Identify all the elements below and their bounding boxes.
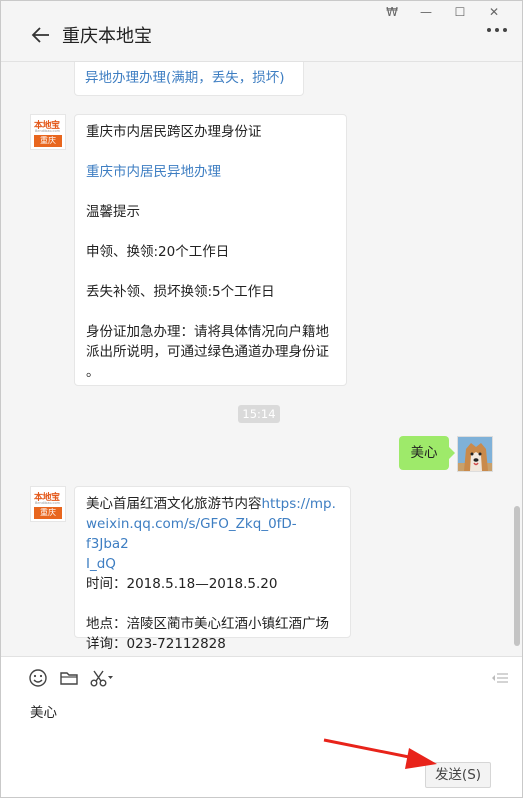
- message-line: 身份证加急办理：请将具体情况向户籍地: [86, 324, 329, 340]
- message-text: 申领、换领:20个工作日: [86, 244, 230, 260]
- message-link[interactable]: 异地办理办理(满期，丢失，损坏): [85, 70, 285, 86]
- message-text: 丢失补领、损坏换领:5个工作日: [86, 284, 275, 300]
- avatar-brand-city: 重庆: [34, 135, 62, 147]
- maximize-icon[interactable]: ☐: [443, 3, 477, 21]
- message-bubble[interactable]: 异地办理办理(满期，丢失，损坏): [74, 62, 304, 96]
- message-text: 温馨提示: [86, 204, 140, 220]
- back-arrow-icon[interactable]: [30, 24, 52, 46]
- message-link[interactable]: weixin.qq.com/s/GFO_Zkq_0fD-f3Jba2: [86, 514, 339, 554]
- timestamp: 15:14: [238, 405, 280, 423]
- message-text: 地点：涪陵区蔺市美心红酒小镇红酒广场: [86, 616, 329, 632]
- message-link[interactable]: I_dQ: [86, 554, 339, 574]
- message-line: 。: [86, 364, 100, 380]
- avatar-brand-city: 重庆: [34, 507, 62, 519]
- send-button[interactable]: 发送(S): [425, 762, 491, 788]
- chat-title: 重庆本地宝: [62, 26, 152, 47]
- user-message-bubble[interactable]: 美心: [399, 436, 455, 470]
- sender-avatar[interactable]: 本地宝 Bendibao.com 重庆: [30, 486, 66, 522]
- message-link[interactable]: https://mp.: [262, 496, 336, 512]
- message-text: 身份证加急办理：请将具体情况向户籍地 派出所说明，可通过绿色通道办理身份证 。: [86, 322, 335, 382]
- message-text: 重庆市内居民跨区办理身份证: [86, 124, 262, 140]
- message-input[interactable]: 美心: [30, 701, 57, 721]
- emoji-icon[interactable]: [27, 667, 49, 689]
- chat-history-icon[interactable]: [489, 667, 511, 689]
- message-text: 时间：2018.5.18—2018.5.20: [86, 576, 278, 592]
- message-text: 详询：023-72112828: [86, 636, 226, 652]
- folder-icon[interactable]: [58, 667, 80, 689]
- chat-area[interactable]: 异地办理办理(满期，丢失，损坏) 本地宝 Bendibao.com 重庆 重庆市…: [0, 62, 523, 656]
- message-link[interactable]: 重庆市内居民异地办理: [86, 162, 335, 182]
- message-text-prefix: 美心首届红酒文化旅游节内容: [86, 496, 262, 512]
- message-text: 美心首届红酒文化旅游节内容https://mp.: [86, 494, 339, 514]
- window-controls: ₩ — ☐ ✕: [375, 3, 511, 21]
- minimize-icon[interactable]: —: [409, 3, 443, 21]
- title-bar: ₩ — ☐ ✕ 重庆本地宝: [0, 0, 523, 62]
- pin-icon[interactable]: ₩: [375, 3, 409, 21]
- scissors-icon[interactable]: [88, 667, 116, 689]
- avatar-brand-domain: Bendibao.com: [35, 501, 61, 505]
- message-line: 派出所说明，可通过绿色通道办理身份证: [86, 344, 329, 360]
- more-options-icon[interactable]: [487, 28, 507, 32]
- user-avatar[interactable]: [457, 436, 493, 472]
- avatar-brand-domain: Bendibao.com: [35, 129, 61, 133]
- close-icon[interactable]: ✕: [477, 3, 511, 21]
- sender-avatar[interactable]: 本地宝 Bendibao.com 重庆: [30, 114, 66, 150]
- message-bubble[interactable]: 美心首届红酒文化旅游节内容https://mp. weixin.qq.com/s…: [74, 486, 351, 652]
- scrollbar-thumb[interactable]: [514, 506, 520, 646]
- message-bubble[interactable]: 重庆市内居民跨区办理身份证 重庆市内居民异地办理 温馨提示 申领、换领:20个工…: [74, 114, 347, 386]
